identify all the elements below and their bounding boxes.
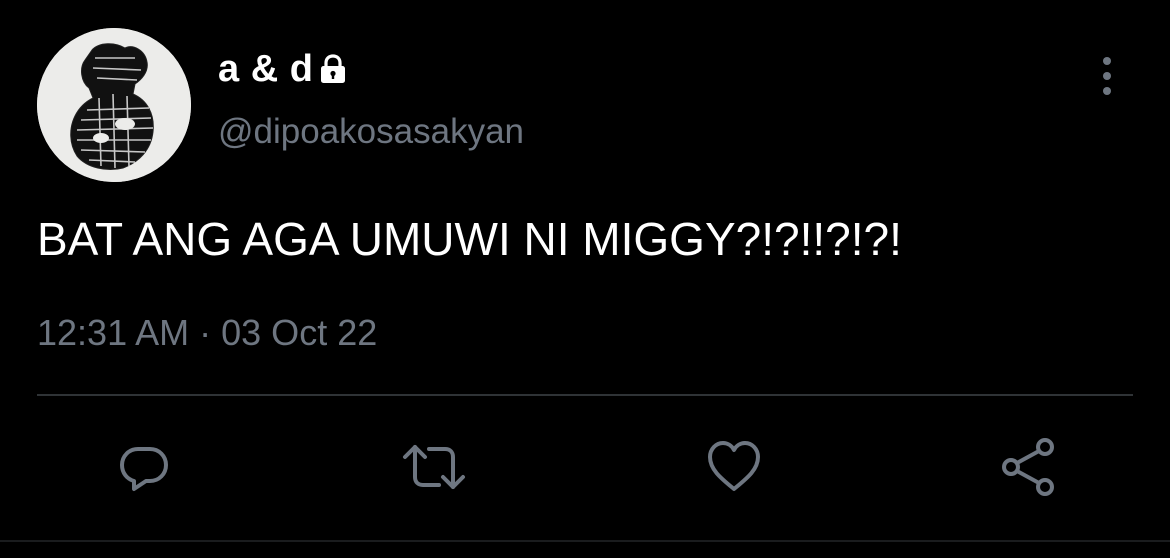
tweet-text: BAT ANG AGA UMUWI NI MIGGY?!?!!?!?!	[37, 213, 902, 265]
more-vertical-icon[interactable]	[1092, 54, 1122, 98]
share-button[interactable]	[994, 432, 1064, 502]
divider	[37, 394, 1133, 396]
retweet-button[interactable]	[399, 432, 469, 502]
tweet-card[interactable]: a & d @dipoakosasakyan BAT ANG AGA UMUWI…	[0, 0, 1170, 558]
heart-icon	[708, 441, 760, 491]
meta-separator: ·	[199, 312, 212, 353]
like-button[interactable]	[699, 432, 769, 502]
reply-button[interactable]	[109, 432, 179, 502]
tweet-date: 03 Oct 22	[221, 312, 378, 353]
display-name[interactable]: a & d	[218, 48, 313, 91]
retweet-icon	[403, 445, 465, 489]
lock-icon	[317, 53, 349, 85]
tweet-timestamp[interactable]: 12:31 AM · 03 Oct 22	[37, 312, 377, 354]
user-handle[interactable]: @dipoakosasakyan	[218, 112, 524, 152]
share-icon	[1002, 438, 1054, 496]
avatar[interactable]	[37, 28, 191, 182]
display-name-row: a & d	[218, 44, 349, 94]
avatar-image	[37, 28, 191, 182]
tweet-time: 12:31 AM	[37, 312, 190, 353]
bottom-divider	[0, 540, 1170, 542]
reply-icon	[120, 447, 168, 491]
